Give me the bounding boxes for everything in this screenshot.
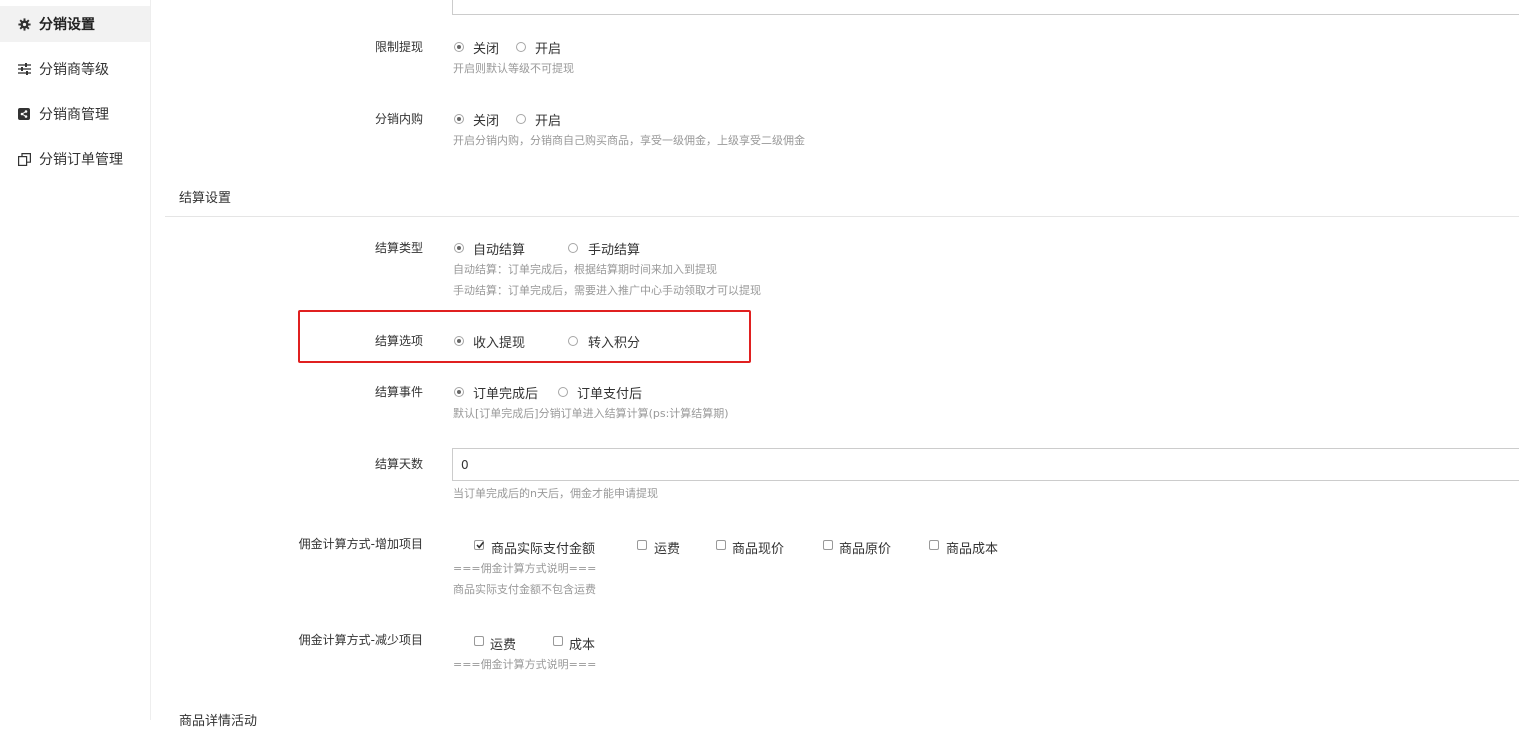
radio-label: 手动结算 xyxy=(588,243,641,258)
checkbox-cost[interactable] xyxy=(929,540,939,550)
settlement-days-input[interactable]: 0 xyxy=(452,448,1519,481)
radio-settlement-type-manual[interactable] xyxy=(568,243,578,253)
section-title-settlement: 结算设置 xyxy=(179,191,232,206)
hint-settlement-type-auto: 自动结算：订单完成后，根据结算期时间来加入到提现 xyxy=(453,263,717,276)
radio-limit-withdraw-on[interactable] xyxy=(516,42,526,52)
field-label-settlement-option: 结算选项 xyxy=(374,334,423,348)
sidebar-item-label: 分销设置 xyxy=(39,17,95,33)
radio-limit-withdraw-off[interactable] xyxy=(454,42,464,52)
checkbox-label: 运费 xyxy=(490,638,517,653)
hint-internal-purchase: 开启分销内购，分销商自己购买商品，享受一级佣金，上级享受二级佣金 xyxy=(453,134,805,147)
checkbox-label: 成本 xyxy=(569,638,596,653)
cut-off-input[interactable] xyxy=(452,0,1519,15)
radio-settlement-event-complete[interactable] xyxy=(454,387,464,397)
radio-label: 收入提现 xyxy=(473,336,526,351)
radio-label: 关闭 xyxy=(473,114,500,129)
hint-commission-add-title: ===佣金计算方式说明=== xyxy=(453,562,597,575)
checkbox-label: 商品成本 xyxy=(946,542,999,557)
field-label-commission-reduce: 佣金计算方式-减少项目 xyxy=(298,633,423,647)
sidebar-item-distribution-orders[interactable]: 分销订单管理 xyxy=(0,141,150,177)
radio-label: 开启 xyxy=(535,42,562,57)
radio-settlement-type-auto[interactable] xyxy=(454,243,464,253)
radio-settlement-option-withdraw[interactable] xyxy=(454,336,464,346)
checkbox-reduce-cost[interactable] xyxy=(553,636,563,646)
sidebar-item-distributor-management[interactable]: 分销商管理 xyxy=(0,96,150,132)
checkbox-label: 运费 xyxy=(654,542,681,557)
hint-limit-withdraw: 开启则默认等级不可提现 xyxy=(453,62,574,75)
field-label-internal-purchase: 分销内购 xyxy=(374,112,423,126)
radio-internal-purchase-off[interactable] xyxy=(454,114,464,124)
checkbox-actual-payment[interactable] xyxy=(474,540,485,550)
sidebar-item-label: 分销商管理 xyxy=(39,107,109,123)
sliders-icon xyxy=(17,62,31,76)
hint-settlement-type-manual: 手动结算：订单完成后，需要进入推广中心手动领取才可以提现 xyxy=(453,284,761,297)
sidebar-item-distribution-settings[interactable]: 分销设置 xyxy=(0,6,150,42)
share-icon xyxy=(17,107,31,121)
radio-settlement-event-paid[interactable] xyxy=(558,387,568,397)
checkbox-original-price[interactable] xyxy=(823,540,833,550)
checkbox-reduce-shipping[interactable] xyxy=(474,636,484,646)
hint-settlement-days: 当订单完成后的n天后，佣金才能申请提现 xyxy=(453,487,658,500)
radio-label: 自动结算 xyxy=(473,243,526,258)
field-label-commission-add: 佣金计算方式-增加项目 xyxy=(298,537,423,551)
settlement-days-value: 0 xyxy=(461,457,469,472)
sidebar-item-label: 分销订单管理 xyxy=(39,152,123,168)
sidebar-item-distributor-levels[interactable]: 分销商等级 xyxy=(0,51,150,87)
gear-icon xyxy=(17,17,31,31)
field-label-settlement-days: 结算天数 xyxy=(374,457,423,471)
checkbox-shipping[interactable] xyxy=(637,540,647,550)
copy-icon xyxy=(17,152,31,166)
checkbox-label: 商品实际支付金额 xyxy=(491,542,596,557)
field-label-limit-withdraw: 限制提现 xyxy=(374,40,423,54)
radio-label: 订单支付后 xyxy=(577,387,643,402)
section-divider xyxy=(165,216,1519,217)
hint-commission-add-note: 商品实际支付金额不包含运费 xyxy=(453,583,596,596)
field-label-settlement-type: 结算类型 xyxy=(374,241,423,255)
radio-label: 开启 xyxy=(535,114,562,129)
hint-commission-reduce-title: ===佣金计算方式说明=== xyxy=(453,658,597,671)
checkbox-label: 商品原价 xyxy=(839,542,892,557)
checkbox-label: 商品现价 xyxy=(732,542,785,557)
field-label-settlement-event: 结算事件 xyxy=(374,385,423,399)
sidebar-item-label: 分销商等级 xyxy=(39,62,109,78)
radio-label: 关闭 xyxy=(473,42,500,57)
sidebar: 分销设置 分销商等级 分销商管理 分销订单管理 xyxy=(0,0,151,720)
radio-label: 订单完成后 xyxy=(473,387,539,402)
radio-label: 转入积分 xyxy=(588,336,641,351)
radio-settlement-option-points[interactable] xyxy=(568,336,578,346)
checkbox-current-price[interactable] xyxy=(716,540,726,550)
radio-internal-purchase-on[interactable] xyxy=(516,114,526,124)
hint-settlement-event: 默认[订单完成后]分销订单进入结算计算(ps:计算结算期) xyxy=(453,407,729,420)
